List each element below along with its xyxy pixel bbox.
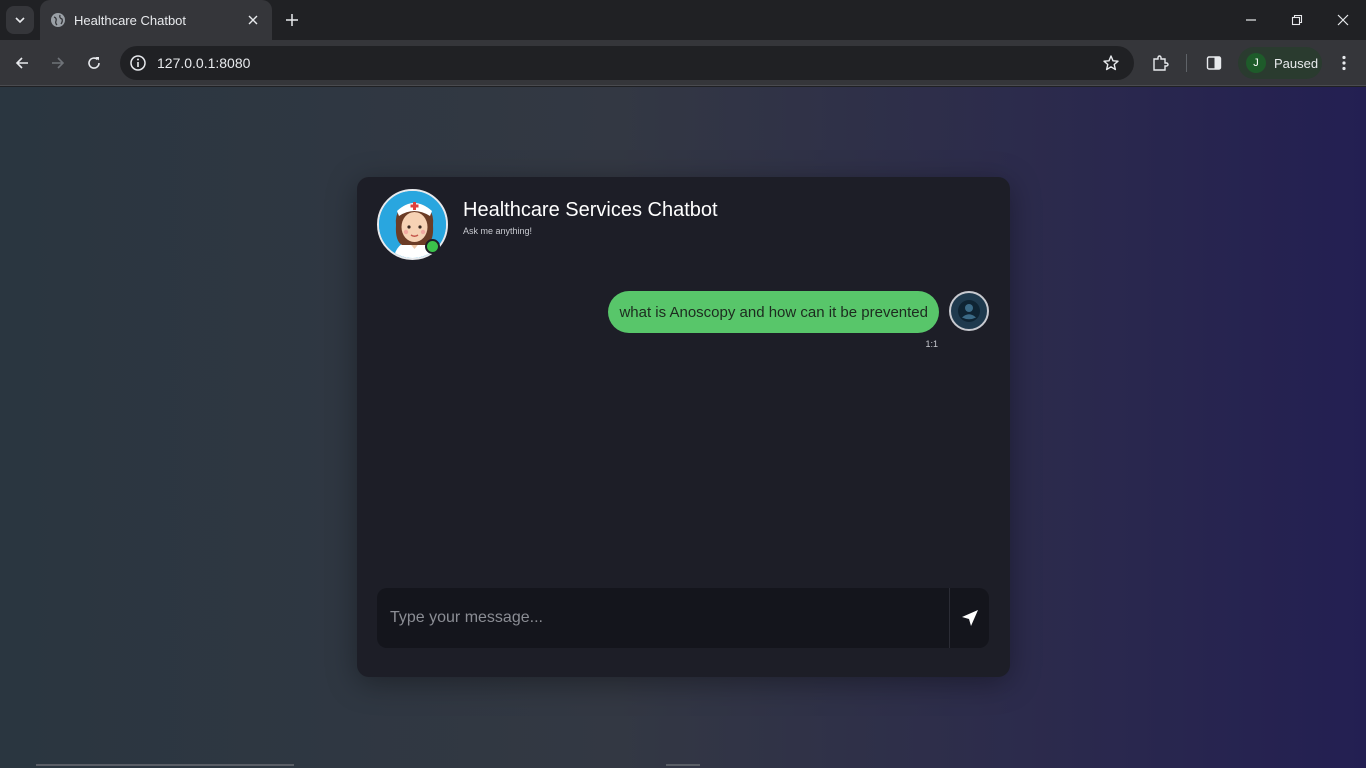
browser-toolbar: 127.0.0.1:8080 J Paused <box>0 40 1366 86</box>
info-icon[interactable] <box>129 54 147 72</box>
tab-active[interactable]: Healthcare Chatbot <box>40 0 272 40</box>
profile-button[interactable]: J Paused <box>1238 47 1322 79</box>
user-avatar <box>949 291 989 331</box>
close-icon <box>248 15 258 25</box>
user-icon <box>958 300 980 322</box>
send-button[interactable] <box>950 588 989 648</box>
user-message-bubble: what is Anoscopy and how can it be preve… <box>608 291 939 333</box>
message-input[interactable] <box>377 588 949 648</box>
tab-strip: Healthcare Chatbot <box>0 0 1366 40</box>
chevron-down-icon <box>15 17 25 24</box>
extensions-button[interactable] <box>1150 53 1170 73</box>
reload-icon <box>88 57 100 69</box>
globe-icon <box>51 13 65 27</box>
arrow-right-icon <box>52 57 65 69</box>
puzzle-icon <box>1153 55 1169 71</box>
address-bar[interactable]: 127.0.0.1:8080 <box>120 46 1134 80</box>
chatbot-subtitle: Ask me anything! <box>463 226 533 236</box>
close-icon <box>1337 14 1349 26</box>
tab-search-button[interactable] <box>6 6 34 34</box>
message-composer <box>377 588 989 648</box>
close-window-button[interactable] <box>1320 0 1366 40</box>
minimize-button[interactable] <box>1228 0 1274 40</box>
message-timestamp: 1:1 <box>925 339 938 349</box>
plus-icon <box>286 14 298 26</box>
chat-header: Healthcare Services Chatbot Ask me anyth… <box>377 189 989 261</box>
message-list: what is Anoscopy and how can it be preve… <box>377 277 989 567</box>
more-vert-icon <box>1342 55 1346 71</box>
restore-button[interactable] <box>1274 0 1320 40</box>
page-edge-indicator <box>36 764 294 766</box>
user-message-row: what is Anoscopy and how can it be preve… <box>608 291 989 333</box>
menu-button[interactable] <box>1334 53 1354 73</box>
side-panel-button[interactable] <box>1204 53 1224 73</box>
profile-status: Paused <box>1274 55 1319 71</box>
online-status-indicator <box>425 239 440 254</box>
chatbot-title: Healthcare Services Chatbot <box>463 199 718 221</box>
minimize-icon <box>1246 19 1256 21</box>
arrow-left-icon <box>15 57 28 69</box>
restore-icon <box>1291 14 1303 26</box>
reload-button[interactable] <box>80 49 108 77</box>
back-button[interactable] <box>8 49 36 77</box>
new-tab-button[interactable] <box>280 8 304 32</box>
tab-title: Healthcare Chatbot <box>74 12 187 28</box>
page-edge-mark <box>666 764 700 766</box>
side-panel-icon <box>1206 56 1222 70</box>
star-icon[interactable] <box>1102 54 1120 72</box>
url-text: 127.0.0.1:8080 <box>157 55 251 71</box>
page-background: Healthcare Services Chatbot Ask me anyth… <box>0 87 1366 768</box>
send-icon <box>961 610 978 626</box>
chat-window: Healthcare Services Chatbot Ask me anyth… <box>357 177 1010 677</box>
forward-button[interactable] <box>44 49 72 77</box>
toolbar-separator <box>1186 54 1187 72</box>
tab-close-button[interactable] <box>244 11 262 29</box>
profile-avatar: J <box>1246 53 1266 73</box>
